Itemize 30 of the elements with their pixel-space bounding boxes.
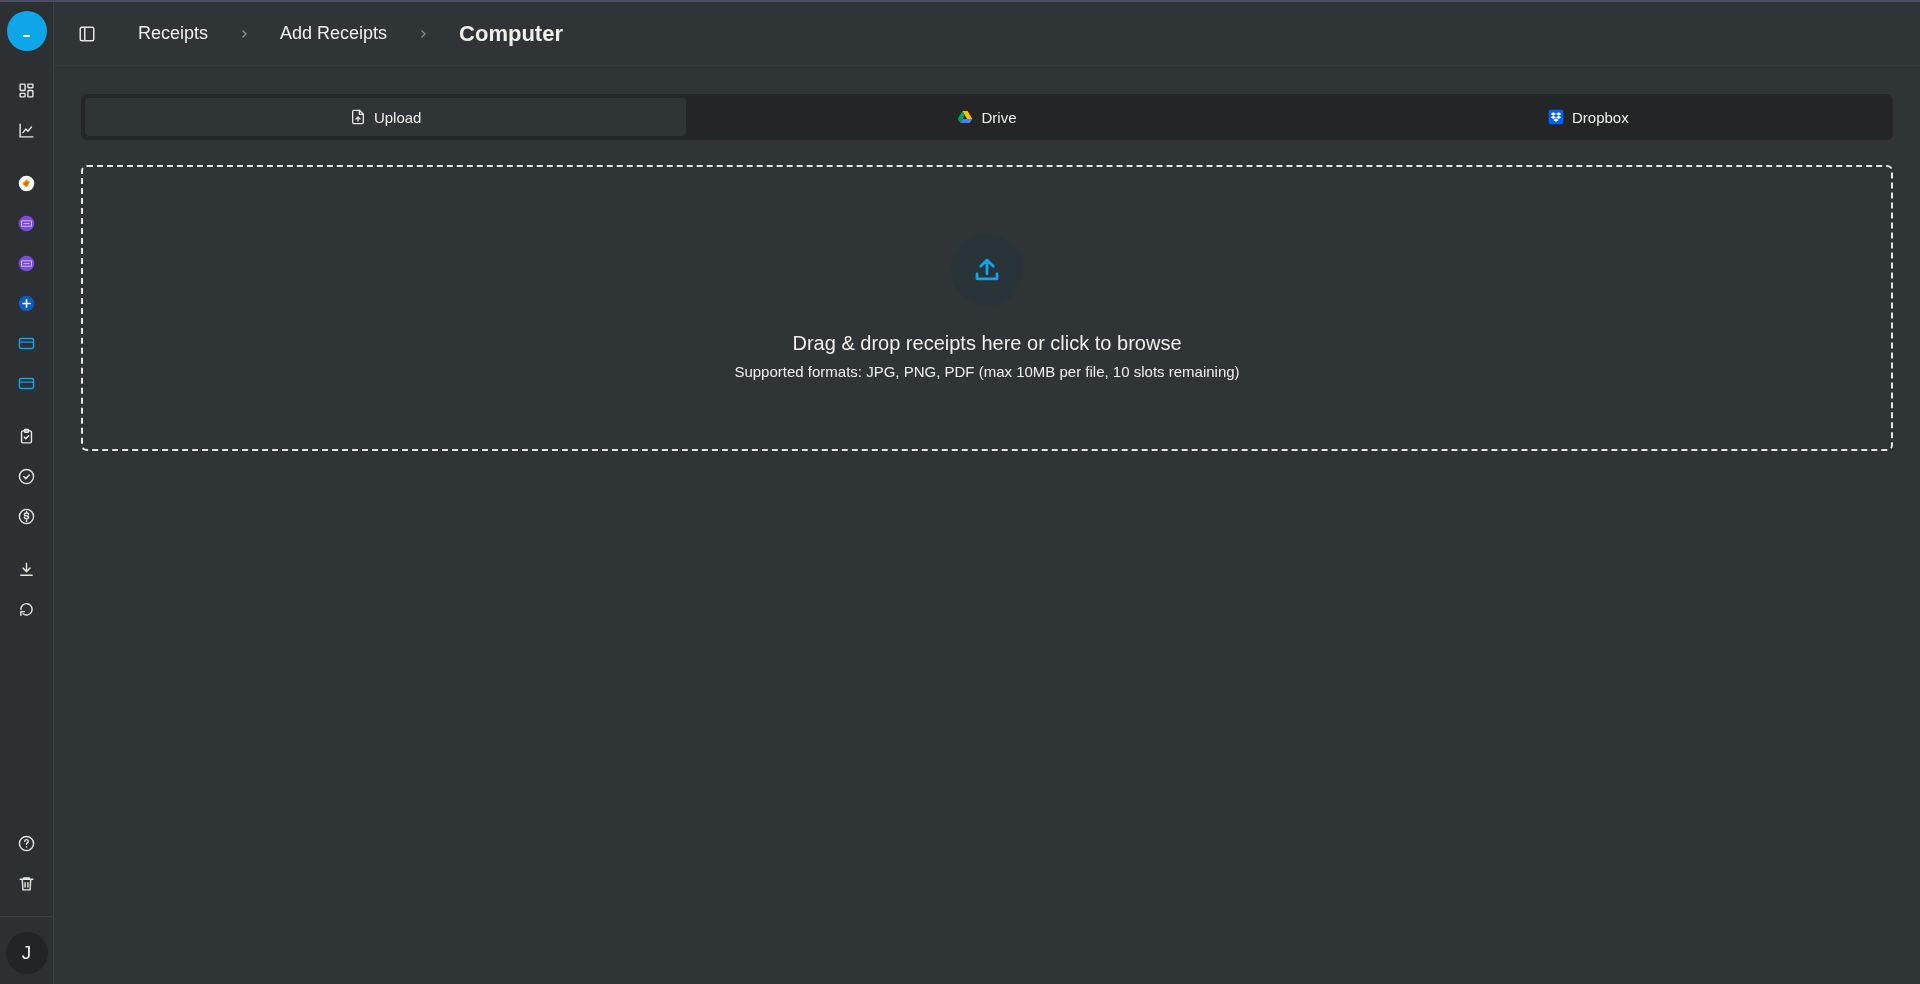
credit-card-icon[interactable] (18, 375, 35, 392)
source-tab[interactable]: Upload (85, 98, 687, 136)
line-chart-icon[interactable] (18, 122, 35, 139)
drive-logo-icon (957, 109, 974, 125)
dollar-circle-icon[interactable] (18, 508, 35, 525)
dropbox-logo-icon (1547, 109, 1564, 125)
breadcrumb-link[interactable]: Receipts (138, 23, 209, 44)
supported-formats-note: Supported formats: JPG, PNG, PDF (max 10MB per file, 10 slots remaining) (734, 363, 1240, 380)
page-title: Computer (459, 20, 563, 47)
drop-instruction: Drag & drop receipts here or click to browse (792, 332, 1182, 355)
credit-card-icon[interactable] (18, 335, 35, 352)
download-icon[interactable] (18, 561, 35, 578)
file-upload-icon (349, 109, 366, 125)
check-circle-icon[interactable] (18, 468, 35, 485)
clipboard-check-icon[interactable] (18, 428, 35, 445)
breadcrumb-link[interactable]: Add Receipts (280, 23, 388, 44)
app-logo[interactable] (6, 11, 47, 51)
app-logo-icon[interactable] (18, 255, 35, 272)
app-logo-icon[interactable] (18, 215, 35, 232)
refresh-icon[interactable] (18, 601, 35, 618)
app-logo-icon[interactable] (18, 175, 35, 192)
help-icon[interactable] (18, 835, 35, 852)
trash-icon[interactable] (18, 875, 35, 892)
sidebar-toggle-icon[interactable] (78, 24, 96, 43)
source-tab[interactable]: Dropbox (1287, 98, 1889, 136)
plus-circle-icon[interactable] (18, 295, 35, 312)
user-avatar[interactable]: J (5, 932, 48, 974)
drop-zone[interactable]: Drag & drop receipts here or click to browse Supported formats: JPG, PNG, PDF (max 10MB per file, 10 slots remaining) (81, 165, 1893, 451)
source-tab[interactable]: Drive (686, 98, 1288, 136)
dashboard-icon[interactable] (18, 82, 35, 99)
